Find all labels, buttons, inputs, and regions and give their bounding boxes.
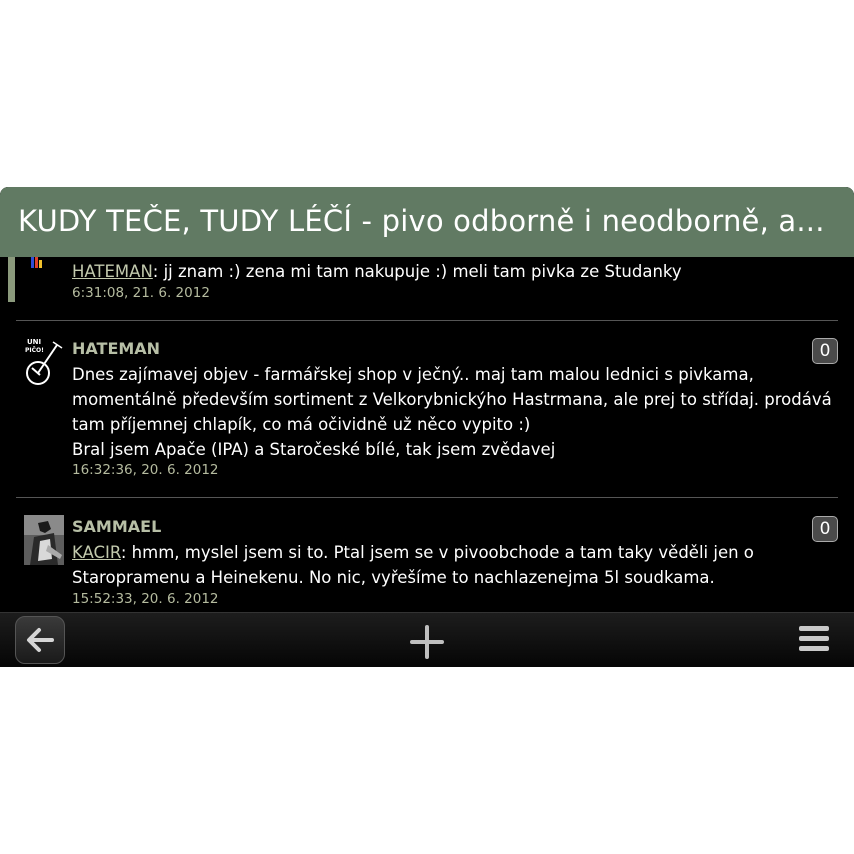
post-text: : jj znam :) zena mi tam nakupuje :) mel…: [152, 262, 682, 281]
avatar[interactable]: UNI PIČO!: [24, 335, 64, 385]
post-timestamp: 16:32:36, 20. 6. 2012: [72, 462, 219, 478]
post-author[interactable]: HATEMAN: [72, 339, 160, 358]
bottom-toolbar: [0, 612, 854, 667]
post-timestamp: 6:31:08, 21. 6. 2012: [72, 285, 210, 301]
svg-text:PIČO!: PIČO!: [25, 347, 44, 354]
topic-header[interactable]: KUDY TEČE, TUDY LÉČÍ - pivo odborně i ne…: [0, 187, 854, 257]
menu-icon[interactable]: [798, 625, 830, 653]
post-author[interactable]: SAMMAEL: [72, 517, 161, 536]
mention-link[interactable]: KACIR: [72, 543, 121, 562]
post-text-paragraph: Bral jsem Apače (IPA) a Staročeské bílé,…: [72, 440, 556, 459]
back-button[interactable]: [15, 616, 65, 664]
arrow-left-icon: [27, 628, 54, 652]
avatar[interactable]: [24, 515, 64, 565]
post-text: : hmm, myslel jsem si to. Ptal jsem se v…: [72, 543, 754, 587]
page-title: KUDY TEČE, TUDY LÉČÍ - pivo odborně i ne…: [18, 204, 825, 238]
post-timestamp: 15:52:33, 20. 6. 2012: [72, 591, 219, 607]
unread-indicator: [8, 254, 15, 302]
list-item[interactable]: UNI PIČO! HATEMAN 0 Dnes zajímavej objev…: [0, 320, 854, 497]
post-text-paragraph: Dnes zajímavej objev - farmářskej shop v…: [72, 365, 832, 434]
mention-link[interactable]: HATEMAN: [72, 262, 153, 281]
list-item[interactable]: SAMMAEL 0 KACIR: hmm, myslel jsem si to.…: [0, 497, 854, 612]
like-count-badge[interactable]: 0: [812, 338, 838, 364]
like-count-badge[interactable]: 0: [812, 516, 838, 542]
svg-text:UNI: UNI: [27, 338, 41, 346]
plus-icon[interactable]: [410, 625, 444, 659]
app-window: HATEMAN: jj znam :) zena mi tam nakupuje…: [0, 187, 854, 667]
post-text: Dnes zajímavej objev - farmářskej shop v…: [72, 362, 840, 462]
